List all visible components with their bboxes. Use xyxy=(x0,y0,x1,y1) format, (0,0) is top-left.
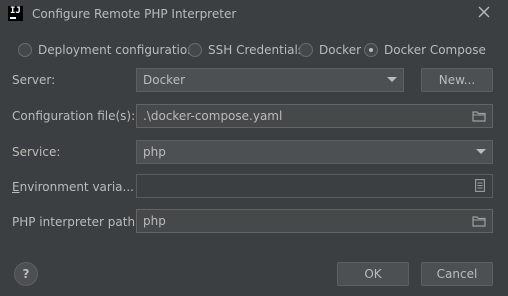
config-files-label: Configuration file(s): xyxy=(12,109,136,123)
chevron-down-icon xyxy=(387,77,397,82)
server-value: Docker xyxy=(143,73,186,87)
radio-label: Deployment configuration xyxy=(38,43,195,57)
radio-docker[interactable]: Docker xyxy=(299,42,361,58)
radio-label: Docker Compose xyxy=(384,43,486,57)
php-path-value: php xyxy=(143,214,166,228)
folder-icon[interactable] xyxy=(472,110,486,122)
env-vars-label: Environment varia... xyxy=(12,180,134,194)
service-select[interactable]: php xyxy=(136,140,493,164)
app-logo-icon: IJ xyxy=(8,6,23,21)
cancel-button[interactable]: Cancel xyxy=(421,262,493,286)
radio-label: SSH Credentials xyxy=(208,43,305,57)
title-bar: IJ Configure Remote PHP Interpreter xyxy=(0,0,508,30)
help-button[interactable]: ? xyxy=(14,262,38,286)
document-icon[interactable] xyxy=(475,179,485,192)
server-select[interactable]: Docker xyxy=(136,68,404,92)
radio-circle xyxy=(188,43,202,57)
radio-ssh-credentials[interactable]: SSH Credentials xyxy=(188,42,304,58)
folder-icon[interactable] xyxy=(472,215,486,227)
radio-circle xyxy=(299,43,313,57)
radio-circle-selected xyxy=(364,43,378,57)
window-title: Configure Remote PHP Interpreter xyxy=(32,7,237,21)
server-label: Server: xyxy=(12,73,56,87)
ok-button[interactable]: OK xyxy=(337,262,409,286)
radio-deployment-configuration[interactable]: Deployment configuration xyxy=(18,42,195,58)
service-label: Service: xyxy=(12,145,61,159)
service-value: php xyxy=(143,145,166,159)
config-files-input[interactable]: .\docker-compose.yaml xyxy=(136,104,493,128)
radio-docker-compose[interactable]: Docker Compose xyxy=(364,42,486,58)
close-icon[interactable] xyxy=(476,4,492,20)
chevron-down-icon xyxy=(476,149,486,154)
env-vars-input[interactable] xyxy=(136,174,493,198)
php-path-label: PHP interpreter path: xyxy=(12,215,140,229)
radio-circle xyxy=(18,43,32,57)
new-server-button[interactable]: New... xyxy=(421,68,493,92)
php-path-input[interactable]: php xyxy=(136,209,493,233)
radio-label: Docker xyxy=(319,43,362,57)
config-files-value: .\docker-compose.yaml xyxy=(143,109,283,123)
